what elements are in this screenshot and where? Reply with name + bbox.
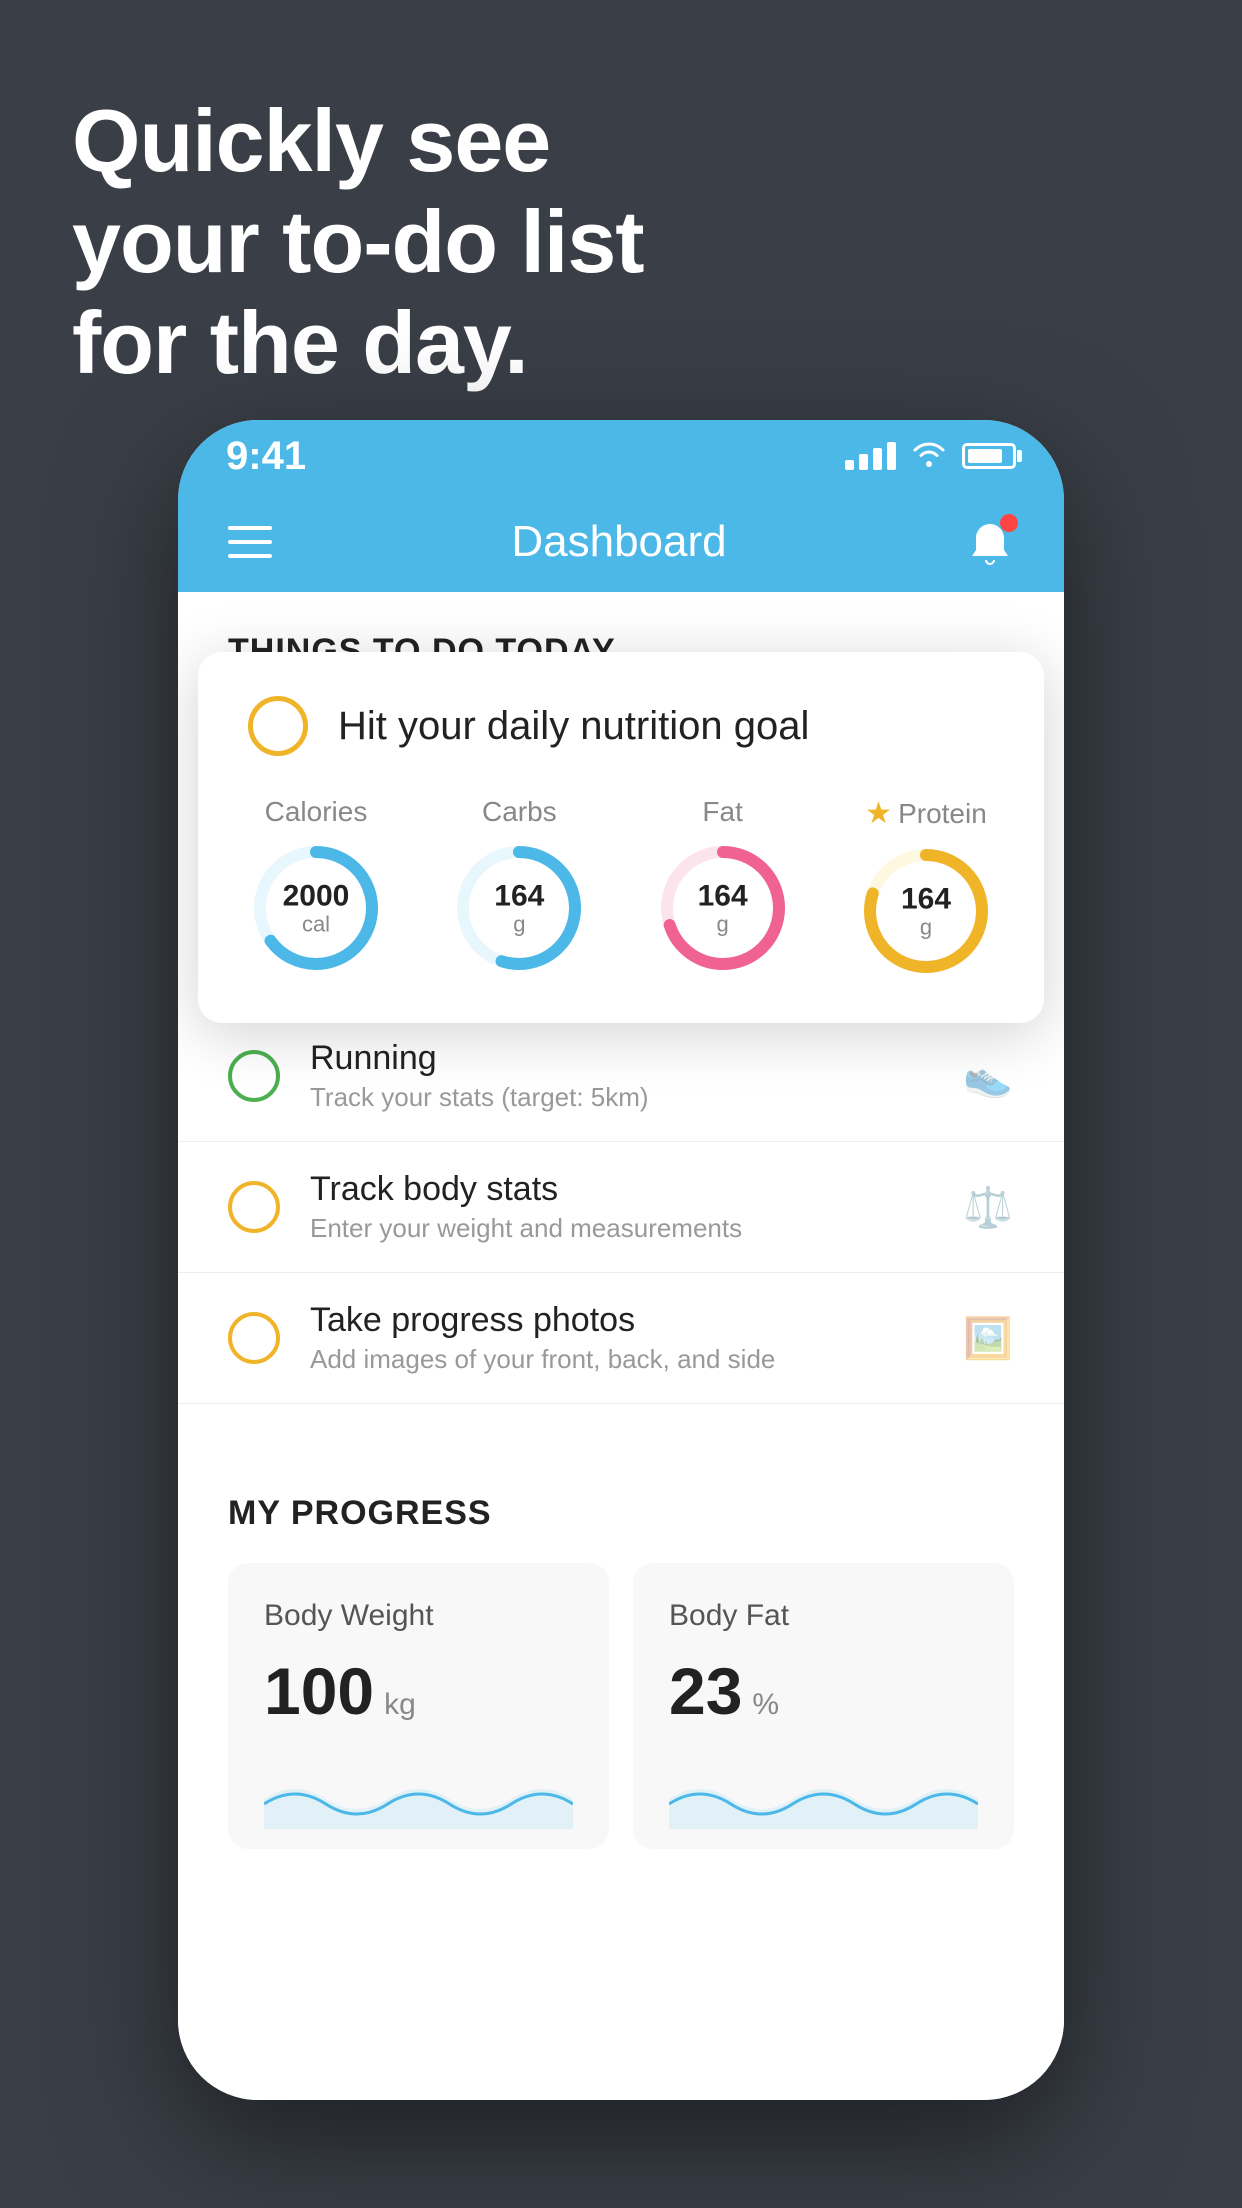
nutrition-item-carbs: Carbs 164 g [451, 796, 587, 976]
progress-card-number: 23 [669, 1653, 742, 1729]
nutrition-card-title: Hit your daily nutrition goal [338, 704, 809, 749]
nutrition-check-circle [248, 696, 308, 756]
todo-subtitle: Enter your weight and measurements [310, 1213, 932, 1244]
progress-section: MY PROGRESS Body Weight 100 kg Body Fat … [178, 1444, 1064, 1849]
todo-icon: 🖼️ [962, 1312, 1014, 1364]
donut-unit: g [494, 912, 544, 936]
progress-card-title: Body Fat [669, 1599, 978, 1633]
status-bar: 9:41 [178, 420, 1064, 492]
todo-icon: 👟 [962, 1050, 1014, 1102]
donut-unit: cal [283, 912, 350, 936]
todo-circle [228, 1312, 280, 1364]
battery-icon [962, 443, 1016, 469]
notification-button[interactable] [966, 518, 1014, 566]
nutrition-item-calories: Calories 2000 cal [248, 796, 384, 976]
todo-item-2[interactable]: Track body stats Enter your weight and m… [178, 1142, 1064, 1273]
nutrition-card[interactable]: Hit your daily nutrition goal Calories 2… [198, 652, 1044, 1023]
progress-card-unit: % [752, 1688, 779, 1722]
hero-line3: for the day. [72, 292, 644, 393]
donut-calories: 2000 cal [248, 840, 384, 976]
todo-circle [228, 1050, 280, 1102]
donut-unit: g [698, 912, 748, 936]
menu-button[interactable] [228, 526, 272, 558]
progress-title: MY PROGRESS [228, 1494, 1014, 1533]
progress-wave [669, 1749, 978, 1829]
signal-icon [845, 442, 896, 470]
donut-value: 164 [698, 879, 748, 912]
donut-value: 164 [901, 882, 951, 915]
hero-line2: your to-do list [72, 191, 644, 292]
notification-badge [1000, 514, 1018, 532]
hero-text: Quickly see your to-do list for the day. [72, 90, 644, 394]
nutrition-item-fat: Fat 164 g [655, 796, 791, 976]
donut-value: 2000 [283, 879, 350, 912]
progress-card-body-weight[interactable]: Body Weight 100 kg [228, 1563, 609, 1849]
donut-value: 164 [494, 879, 544, 912]
todo-list: Running Track your stats (target: 5km) 👟… [178, 1011, 1064, 1404]
progress-card-number: 100 [264, 1653, 374, 1729]
nav-bar: Dashboard [178, 492, 1064, 592]
todo-item-1[interactable]: Running Track your stats (target: 5km) 👟 [178, 1011, 1064, 1142]
todo-title: Take progress photos [310, 1301, 932, 1340]
nutrition-circles: Calories 2000 cal Carbs 164 g Fat [248, 796, 994, 979]
todo-text: Running Track your stats (target: 5km) [310, 1039, 932, 1113]
donut-fat: 164 g [655, 840, 791, 976]
nutrition-item-protein: ★Protein 164 g [858, 796, 994, 979]
phone-frame: 9:41 Dashboard [178, 420, 1064, 2100]
progress-wave [264, 1749, 573, 1829]
donut-protein: 164 g [858, 843, 994, 979]
wifi-icon [910, 437, 948, 476]
todo-circle [228, 1181, 280, 1233]
todo-text: Track body stats Enter your weight and m… [310, 1170, 932, 1244]
status-icons [845, 437, 1016, 476]
donut-unit: g [901, 915, 951, 939]
todo-subtitle: Add images of your front, back, and side [310, 1344, 932, 1375]
protein-label: Protein [898, 798, 987, 830]
progress-card-value: 100 kg [264, 1653, 573, 1729]
progress-card-body-fat[interactable]: Body Fat 23 % [633, 1563, 1014, 1849]
todo-item-3[interactable]: Take progress photos Add images of your … [178, 1273, 1064, 1404]
hero-line1: Quickly see [72, 90, 644, 191]
status-time: 9:41 [226, 434, 306, 479]
todo-title: Track body stats [310, 1170, 932, 1209]
todo-icon: ⚖️ [962, 1181, 1014, 1233]
todo-subtitle: Track your stats (target: 5km) [310, 1082, 932, 1113]
nav-title: Dashboard [511, 517, 726, 567]
progress-card-unit: kg [384, 1688, 416, 1722]
progress-cards: Body Weight 100 kg Body Fat 23 % [228, 1563, 1014, 1849]
protein-star-icon: ★ [865, 796, 892, 831]
main-content: THINGS TO DO TODAY Hit your daily nutrit… [178, 592, 1064, 2100]
todo-title: Running [310, 1039, 932, 1078]
todo-text: Take progress photos Add images of your … [310, 1301, 932, 1375]
progress-card-value: 23 % [669, 1653, 978, 1729]
progress-card-title: Body Weight [264, 1599, 573, 1633]
donut-carbs: 164 g [451, 840, 587, 976]
